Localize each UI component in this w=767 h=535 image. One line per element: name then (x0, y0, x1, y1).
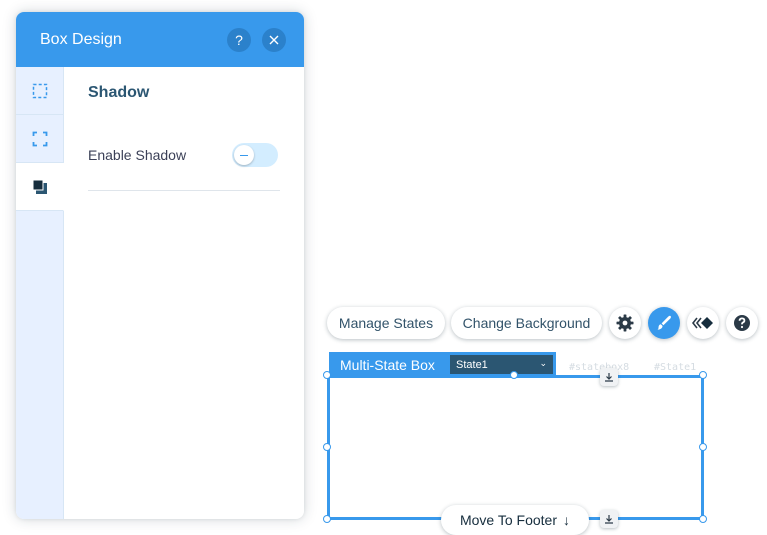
download-arrow-icon (605, 515, 613, 524)
help-button[interactable]: ? (227, 27, 251, 52)
state-id-ghost: #State1 (654, 362, 697, 373)
panel-side-tabs (16, 67, 64, 519)
help-icon (734, 315, 750, 331)
design-button[interactable] (648, 307, 680, 339)
shadow-icon (32, 179, 47, 194)
enable-shadow-toggle[interactable] (232, 143, 278, 167)
toggle-knob (234, 145, 254, 165)
resize-handle-top-right[interactable] (699, 371, 707, 379)
panel-title: Box Design (40, 30, 122, 48)
resize-handle-top-left[interactable] (323, 371, 331, 379)
move-to-footer-button[interactable]: Move To Footer ↓ (441, 505, 589, 535)
tab-fill[interactable] (16, 67, 63, 115)
fill-corners-icon (32, 83, 47, 98)
animation-button[interactable] (687, 307, 719, 339)
tab-borders[interactable] (16, 115, 63, 163)
resize-handle-right[interactable] (699, 443, 707, 451)
resize-handle-bottom-right[interactable] (699, 515, 707, 523)
box-design-panel: Box Design ? Shadow Enable Shadow (16, 12, 304, 519)
settings-button[interactable] (609, 307, 641, 339)
design-brush-icon (657, 315, 671, 330)
change-background-button[interactable]: Change Background (451, 307, 602, 339)
close-icon (269, 35, 279, 44)
animation-icon (692, 317, 713, 329)
border-corners-icon (32, 131, 47, 146)
shadow-settings: Shadow Enable Shadow (64, 67, 304, 519)
resize-handle-bottom-left[interactable] (323, 515, 331, 523)
settings-gear-icon (616, 314, 634, 332)
help-circle-button[interactable] (726, 307, 758, 339)
arrow-down-icon: ↓ (563, 512, 570, 528)
resize-handle-top[interactable] (510, 371, 518, 379)
multi-state-box-frame[interactable] (327, 375, 704, 520)
selected-state-value: State1 (456, 358, 488, 371)
enable-shadow-label: Enable Shadow (88, 147, 187, 163)
download-arrow-icon (605, 373, 613, 382)
manage-states-button[interactable]: Manage States (327, 307, 445, 339)
section-title: Shadow (88, 84, 150, 101)
element-type-label: Multi-State Box (340, 356, 435, 373)
tab-shadow[interactable] (16, 163, 64, 211)
chevron-down-icon: ⌄ (539, 358, 547, 368)
panel-header: Box Design ? (16, 12, 304, 67)
enable-shadow-row: Enable Shadow (88, 143, 280, 191)
resize-handle-left[interactable] (323, 443, 331, 451)
stretch-bottom-button[interactable] (600, 510, 618, 528)
close-button[interactable] (262, 27, 286, 52)
stretch-top-button[interactable] (600, 368, 618, 386)
multi-state-box-label[interactable]: Multi-State Box State1 ⌄ (329, 352, 556, 377)
move-to-footer-label: Move To Footer (459, 512, 557, 528)
state-dropdown[interactable]: State1 ⌄ (450, 355, 553, 374)
